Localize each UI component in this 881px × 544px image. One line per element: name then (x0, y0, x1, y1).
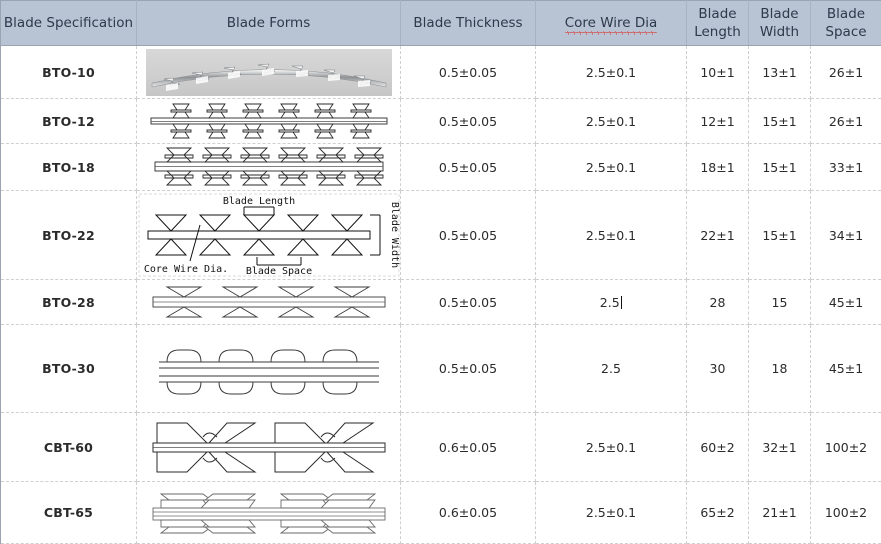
cell-blade-space[interactable]: 45±1 (811, 325, 881, 413)
cell-blade-width[interactable]: 15 (749, 280, 811, 325)
cell-core-wire-dia[interactable]: 2.5±0.1 (536, 482, 687, 544)
cell-blade-form[interactable] (137, 482, 401, 544)
cell-blade-space[interactable]: 45±1 (811, 280, 881, 325)
table-row: BTO-28 (1, 280, 881, 325)
column-header-core-wire-dia[interactable]: Core Wire Dia (536, 1, 687, 46)
blade-form-diagram-bto12 (149, 101, 389, 141)
cell-core-wire-dia[interactable]: 2.5±0.1 (536, 99, 687, 144)
cell-blade-specification[interactable]: CBT-65 (1, 482, 137, 544)
cell-blade-specification[interactable]: BTO-18 (1, 144, 137, 191)
cell-blade-length[interactable]: 22±1 (687, 191, 749, 280)
cell-blade-specification[interactable]: BTO-30 (1, 325, 137, 413)
blade-form-diagram-bto22-annotated: Blade Length Blade Space Core Wire Dia. … (138, 193, 400, 277)
cell-blade-form[interactable] (137, 280, 401, 325)
cell-blade-width[interactable]: 32±1 (749, 413, 811, 482)
cell-blade-length[interactable]: 12±1 (687, 99, 749, 144)
cell-blade-thickness[interactable]: 0.5±0.05 (401, 191, 536, 280)
table-row: BTO-12 (1, 99, 881, 144)
text-caret (621, 296, 623, 309)
header-label: Blade Thickness (413, 15, 522, 31)
cell-blade-width[interactable]: 15±1 (749, 99, 811, 144)
cell-blade-thickness[interactable]: 0.5±0.05 (401, 46, 536, 99)
table-row: BTO-22 (1, 191, 881, 280)
header-label-line1: Blade (698, 6, 736, 22)
annotation-core-wire-dia: Core Wire Dia. (144, 264, 228, 275)
cell-blade-length[interactable]: 60±2 (687, 413, 749, 482)
cell-blade-specification[interactable]: CBT-60 (1, 413, 137, 482)
cell-blade-space[interactable]: 33±1 (811, 144, 881, 191)
column-header-blade-specification[interactable]: Blade Specification (1, 1, 137, 46)
razor-wire-photo (146, 49, 392, 96)
annotation-blade-space: Blade Space (246, 266, 312, 277)
blade-form-diagram-cbt60 (147, 415, 391, 479)
column-header-blade-thickness[interactable]: Blade Thickness (401, 1, 536, 46)
table-row: CBT-60 (1, 413, 881, 482)
header-label-line1: Blade (827, 6, 865, 22)
cell-blade-form[interactable] (137, 99, 401, 144)
cell-blade-length[interactable]: 18±1 (687, 144, 749, 191)
cell-core-wire-dia[interactable]: 2.5±0.1 (536, 144, 687, 191)
cell-blade-width[interactable]: 13±1 (749, 46, 811, 99)
cell-blade-thickness[interactable]: 0.6±0.05 (401, 413, 536, 482)
cell-blade-specification[interactable]: BTO-22 (1, 191, 137, 280)
table-row: CBT-65 (1, 482, 881, 544)
cell-blade-space[interactable]: 26±1 (811, 99, 881, 144)
blade-form-diagram-bto18 (153, 146, 385, 188)
column-header-blade-space[interactable]: Blade Space (811, 1, 881, 46)
header-label-line1: Blade (760, 6, 798, 22)
cell-value: 2.5 (600, 295, 620, 310)
column-header-blade-forms[interactable]: Blade Forms (137, 1, 401, 46)
cell-blade-thickness[interactable]: 0.5±0.05 (401, 99, 536, 144)
blade-form-diagram-bto28 (149, 282, 389, 322)
table-row: BTO-10 (1, 46, 881, 99)
column-header-blade-width[interactable]: Blade Width (749, 1, 811, 46)
annotation-blade-width: Blade Width (389, 202, 400, 268)
header-label: Blade Forms (227, 15, 311, 31)
cell-blade-thickness[interactable]: 0.5±0.05 (401, 144, 536, 191)
cell-blade-thickness[interactable]: 0.6±0.05 (401, 482, 536, 544)
cell-blade-thickness[interactable]: 0.5±0.05 (401, 325, 536, 413)
cell-blade-length[interactable]: 10±1 (687, 46, 749, 99)
cell-blade-width[interactable]: 18 (749, 325, 811, 413)
cell-blade-space[interactable]: 34±1 (811, 191, 881, 280)
cell-blade-thickness[interactable]: 0.5±0.05 (401, 280, 536, 325)
blade-form-diagram-bto30 (153, 338, 385, 400)
cell-blade-form[interactable]: Blade Length Blade Space Core Wire Dia. … (137, 191, 401, 280)
column-header-blade-length[interactable]: Blade Length (687, 1, 749, 46)
blade-form-diagram-cbt65 (147, 486, 391, 540)
header-label-line2: Length (694, 24, 741, 40)
cell-blade-width[interactable]: 21±1 (749, 482, 811, 544)
cell-core-wire-dia[interactable]: 2.5 (536, 325, 687, 413)
cell-blade-specification[interactable]: BTO-12 (1, 99, 137, 144)
header-label-line2: Width (760, 24, 799, 40)
cell-blade-length[interactable]: 30 (687, 325, 749, 413)
table-header-row: Blade Specification Blade Forms Blade Th… (1, 1, 881, 46)
cell-blade-space[interactable]: 100±2 (811, 413, 881, 482)
header-label: Blade Specification (4, 15, 133, 31)
cell-core-wire-dia[interactable]: 2.5±0.1 (536, 413, 687, 482)
cell-blade-form[interactable] (137, 144, 401, 191)
cell-blade-width[interactable]: 15±1 (749, 144, 811, 191)
cell-blade-length[interactable]: 28 (687, 280, 749, 325)
header-label-misspelled: Core Wire Dia (565, 14, 658, 32)
cell-blade-width[interactable]: 15±1 (749, 191, 811, 280)
cell-core-wire-dia-editing[interactable]: 2.5 (536, 280, 687, 325)
cell-core-wire-dia[interactable]: 2.5±0.1 (536, 191, 687, 280)
blade-specification-table: Blade Specification Blade Forms Blade Th… (0, 0, 881, 544)
header-label-line2: Space (825, 24, 866, 40)
annotation-blade-length: Blade Length (223, 196, 295, 207)
cell-blade-form[interactable] (137, 46, 401, 99)
cell-blade-specification[interactable]: BTO-28 (1, 280, 137, 325)
cell-blade-space[interactable]: 100±2 (811, 482, 881, 544)
razor-wire-photo-svg (146, 49, 392, 96)
cell-blade-specification[interactable]: BTO-10 (1, 46, 137, 99)
cell-blade-form[interactable] (137, 413, 401, 482)
cell-blade-space[interactable]: 26±1 (811, 46, 881, 99)
table-row: BTO-18 (1, 144, 881, 191)
table-row: BTO-30 (1, 325, 881, 413)
cell-blade-form[interactable] (137, 325, 401, 413)
cell-core-wire-dia[interactable]: 2.5±0.1 (536, 46, 687, 99)
cell-blade-length[interactable]: 65±2 (687, 482, 749, 544)
